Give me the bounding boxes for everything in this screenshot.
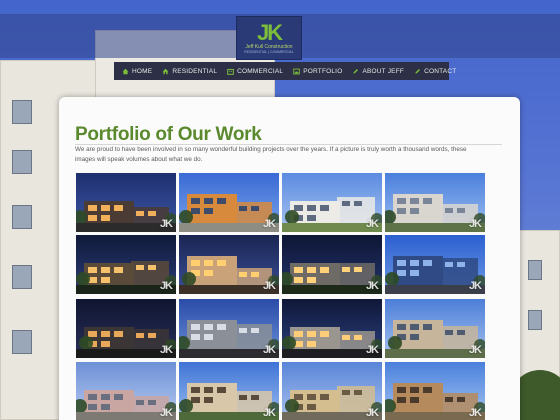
nav-label: HOME	[132, 67, 153, 75]
thumbnail-watermark: JK	[365, 407, 379, 419]
nav-label: CONTACT	[424, 67, 457, 75]
background-window	[12, 205, 32, 229]
thumbnail-watermark: JK	[468, 218, 482, 230]
portfolio-thumbnail[interactable]: JK	[179, 362, 279, 420]
site-logo[interactable]: JK Jeff Kull Construction RESIDENTIAL | …	[236, 16, 302, 60]
thumbnail-watermark: JK	[468, 407, 482, 419]
portfolio-thumbnail[interactable]: JK	[385, 362, 485, 420]
background-window	[12, 100, 32, 124]
thumbnail-watermark: JK	[262, 344, 276, 356]
portfolio-thumbnail[interactable]: JK	[76, 235, 176, 294]
thumbnail-watermark: JK	[468, 280, 482, 292]
nav-item-home[interactable]: HOME	[122, 68, 152, 75]
portfolio-thumbnail[interactable]: JK	[385, 299, 485, 358]
thumbnail-watermark: JK	[262, 407, 276, 419]
main-nav: HOME RESIDENTIAL COMMERCIAL PORTFOLIO AB…	[114, 62, 456, 80]
background-window	[12, 265, 32, 289]
pencil-icon	[353, 68, 359, 74]
background-window	[528, 310, 542, 330]
nav-item-contact[interactable]: CONTACT	[414, 68, 456, 75]
nav-label: RESIDENTIAL	[172, 67, 218, 75]
nav-label: PORTFOLIO	[303, 67, 343, 75]
thumbnail-watermark: JK	[262, 280, 276, 292]
thumbnail-watermark: JK	[159, 280, 173, 292]
image-icon	[293, 68, 300, 74]
logo-mark: JK	[256, 19, 283, 45]
nav-item-about[interactable]: ABOUT JEFF	[352, 68, 404, 75]
portfolio-thumbnail[interactable]: JK	[385, 235, 485, 294]
house-icon	[163, 68, 169, 74]
nav-label: ABOUT JEFF	[362, 67, 405, 75]
content-panel: Portfolio of Our Work We are proud to ha…	[59, 97, 520, 420]
thumbnail-watermark: JK	[159, 218, 173, 230]
nav-label: COMMERCIAL	[237, 67, 284, 75]
background-window	[528, 260, 542, 280]
home-icon	[122, 68, 129, 74]
thumbnail-watermark: JK	[468, 344, 482, 356]
portfolio-thumbnail[interactable]: JK	[179, 173, 279, 232]
portfolio-thumbnail[interactable]: JK	[76, 173, 176, 232]
portfolio-thumbnail[interactable]: JK	[282, 299, 382, 358]
page-title: Portfolio of Our Work	[75, 124, 262, 145]
nav-item-residential[interactable]: RESIDENTIAL	[162, 68, 217, 75]
thumbnail-watermark: JK	[159, 407, 173, 419]
portfolio-thumbnail[interactable]: JK	[179, 299, 279, 358]
portfolio-thumbnail[interactable]: JK	[76, 362, 176, 420]
building-icon	[227, 68, 234, 75]
nav-item-portfolio[interactable]: PORTFOLIO	[293, 68, 342, 75]
background-window	[12, 150, 32, 174]
nav-item-commercial[interactable]: COMMERCIAL	[227, 68, 283, 75]
intro-text: We are proud to have been involved in so…	[75, 146, 467, 163]
portfolio-thumbnail[interactable]: JK	[282, 235, 382, 294]
thumbnail-watermark: JK	[365, 280, 379, 292]
portfolio-thumbnail[interactable]: JK	[385, 173, 485, 232]
thumbnail-watermark: JK	[262, 218, 276, 230]
thumbnail-watermark: JK	[365, 344, 379, 356]
portfolio-thumbnail[interactable]: JK	[282, 362, 382, 420]
pencil-icon	[415, 68, 421, 74]
portfolio-thumbnail[interactable]: JK	[179, 235, 279, 294]
logo-tagline: RESIDENTIAL | COMMERCIAL	[244, 49, 294, 54]
thumbnail-watermark: JK	[159, 344, 173, 356]
portfolio-thumbnail[interactable]: JK	[282, 173, 382, 232]
thumbnail-watermark: JK	[365, 218, 379, 230]
background-window	[12, 330, 32, 354]
portfolio-thumbnail[interactable]: JK	[76, 299, 176, 358]
